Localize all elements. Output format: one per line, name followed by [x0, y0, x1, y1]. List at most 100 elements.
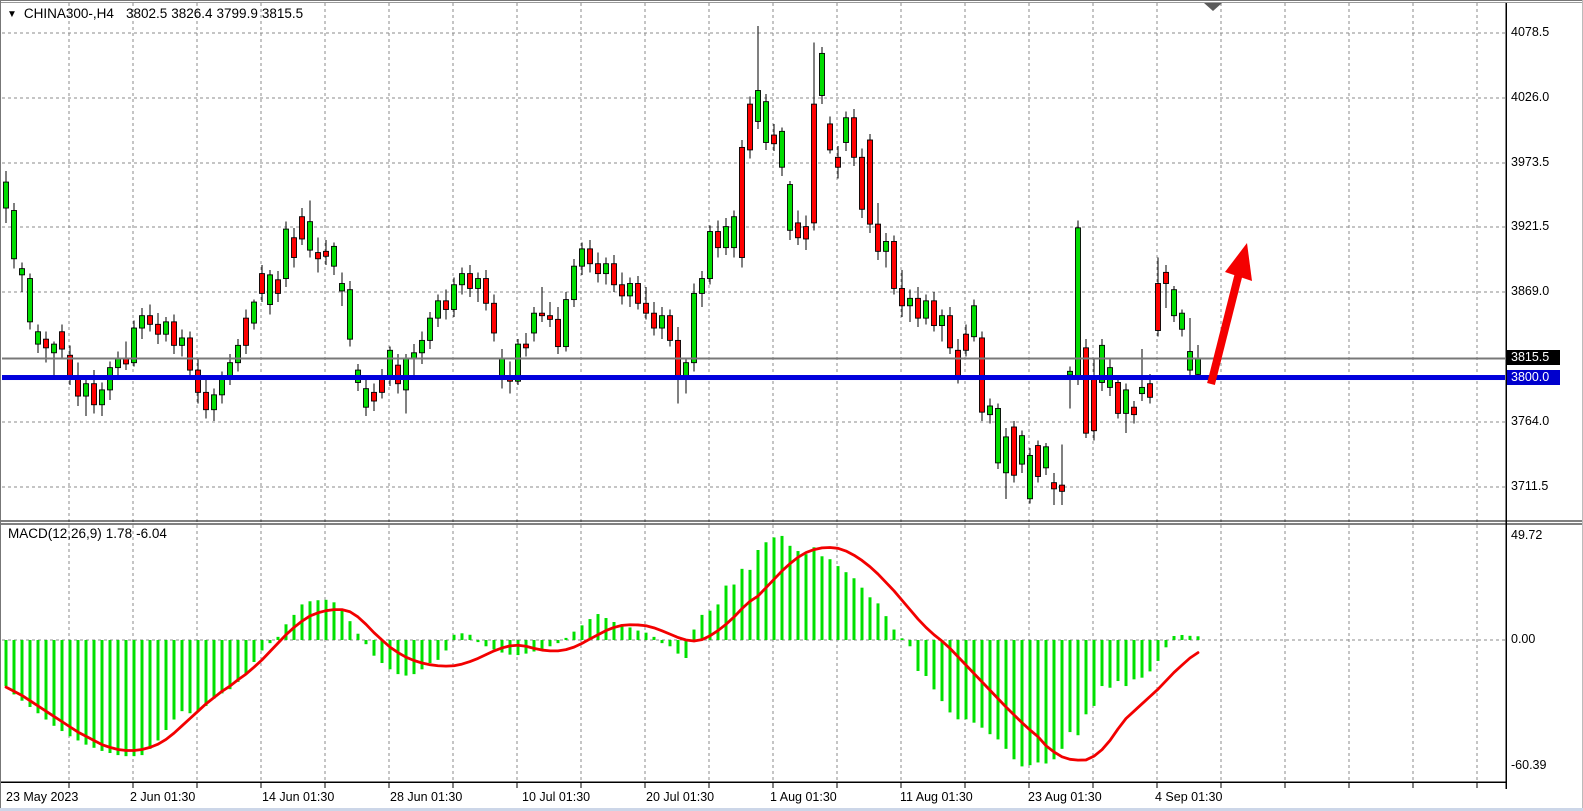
- price-axis-label: 3869.0: [1511, 284, 1549, 299]
- macd-histogram-bar: [925, 640, 928, 676]
- candle-bull: [988, 406, 993, 415]
- macd-histogram-bar: [1173, 636, 1176, 640]
- macd-histogram-bar: [773, 537, 776, 640]
- candle-bear: [868, 140, 873, 224]
- candle-bear: [748, 104, 753, 150]
- quote-high: 3826.4: [171, 6, 212, 21]
- current-price-badge: 3815.5: [1507, 350, 1560, 365]
- macd-histogram-bar: [749, 570, 752, 640]
- candle-bull: [500, 359, 505, 378]
- macd-histogram-bar: [277, 637, 280, 640]
- macd-histogram-bar: [1005, 640, 1008, 749]
- candle-bull: [52, 344, 57, 353]
- candle-bull: [1068, 371, 1073, 375]
- price-axis-label: 3711.5: [1511, 479, 1548, 494]
- candle-bull: [628, 284, 633, 296]
- candle-bear: [828, 124, 833, 150]
- candle-bear: [92, 384, 97, 405]
- chart-canvas[interactable]: [0, 0, 1583, 811]
- candle-bear: [156, 324, 161, 334]
- time-axis-label: 23 May 2023: [6, 790, 78, 805]
- candle-bear: [1036, 446, 1041, 477]
- macd-signal-value: -6.04: [136, 526, 167, 541]
- candle-bear: [796, 223, 801, 238]
- candle-bull: [252, 302, 257, 323]
- candle-bull: [4, 182, 9, 208]
- macd-histogram-bar: [173, 640, 176, 720]
- symbol-dropdown-icon[interactable]: ▼: [7, 9, 17, 20]
- macd-histogram-bar: [341, 610, 344, 640]
- candle-bear: [588, 249, 593, 264]
- candle-bear: [556, 319, 561, 346]
- macd-histogram-bar: [909, 640, 912, 646]
- candle-bull: [180, 338, 185, 345]
- time-axis-label: 14 Jun 01:30: [262, 790, 334, 805]
- macd-histogram-bar: [261, 640, 264, 650]
- candle-bull: [692, 293, 697, 362]
- candle-bear: [1092, 378, 1097, 431]
- macd-histogram-bar: [733, 585, 736, 640]
- candle-bear: [1052, 483, 1057, 489]
- candle-bear: [1012, 427, 1017, 475]
- candle-bull: [884, 241, 889, 251]
- macd-histogram-bar: [781, 536, 784, 640]
- candle-bull: [36, 332, 41, 344]
- macd-histogram-bar: [165, 640, 168, 730]
- macd-histogram-bar: [973, 640, 976, 723]
- macd-histogram-bar: [805, 554, 808, 640]
- candle-bear: [204, 392, 209, 409]
- macd-histogram-bar: [77, 640, 80, 740]
- candle-bear: [596, 264, 601, 274]
- macd-histogram-bar: [1181, 635, 1184, 640]
- candle-bear: [444, 301, 449, 310]
- macd-histogram-bar: [765, 542, 768, 640]
- macd-histogram-bar: [197, 640, 200, 711]
- macd-histogram-bar: [629, 627, 632, 640]
- macd-histogram-bar: [365, 640, 368, 644]
- macd-histogram-bar: [149, 640, 152, 749]
- macd-histogram-bar: [853, 578, 856, 640]
- candle-bull: [284, 229, 289, 278]
- macd-axis-label: -60.39: [1511, 758, 1546, 773]
- candle-bear: [612, 264, 617, 285]
- macd-histogram-bar: [1125, 640, 1128, 686]
- candle-bear: [524, 344, 529, 348]
- time-axis-label: 1 Aug 01:30: [770, 790, 837, 805]
- macd-histogram-bar: [997, 640, 1000, 739]
- candle-bull: [340, 284, 345, 291]
- macd-histogram-bar: [413, 640, 416, 674]
- candle-bear: [244, 318, 249, 345]
- macd-histogram-bar: [317, 600, 320, 640]
- candle-bull: [972, 306, 977, 337]
- candle-bull: [20, 269, 25, 275]
- candle-bear: [1156, 284, 1161, 331]
- macd-histogram-bar: [453, 635, 456, 640]
- window-border-top: [0, 0, 1583, 1]
- macd-histogram-bar: [37, 640, 40, 713]
- macd-histogram-bar: [797, 551, 800, 640]
- candle-bear: [468, 274, 473, 289]
- candle-bull: [388, 350, 393, 378]
- symbol-title: CHINA300-,H4: [24, 6, 114, 21]
- macd-histogram-bar: [821, 556, 824, 640]
- price-axis-label: 3921.5: [1511, 219, 1549, 234]
- candle-bull: [1028, 455, 1033, 498]
- candle-bull: [908, 298, 913, 305]
- candle-bull: [1124, 390, 1129, 414]
- candle-bull: [164, 322, 169, 334]
- candle-bear: [932, 301, 937, 326]
- candle-bear: [716, 232, 721, 248]
- candle-bear: [324, 251, 329, 256]
- macd-histogram-bar: [693, 630, 696, 640]
- candle-bull: [1188, 352, 1193, 371]
- candle-bear: [804, 227, 809, 239]
- macd-histogram-bar: [53, 640, 56, 726]
- candle-bear: [740, 147, 745, 257]
- macd-histogram-bar: [669, 640, 672, 646]
- candle-bear: [316, 253, 321, 259]
- chart-window: ▼CHINA300-,H43802.53826.43799.93815.5 MA…: [0, 0, 1583, 811]
- price-axis-label: 3973.5: [1511, 155, 1549, 170]
- candle-bull: [996, 408, 1001, 462]
- macd-histogram-bar: [1061, 640, 1064, 749]
- macd-histogram-bar: [1109, 640, 1112, 688]
